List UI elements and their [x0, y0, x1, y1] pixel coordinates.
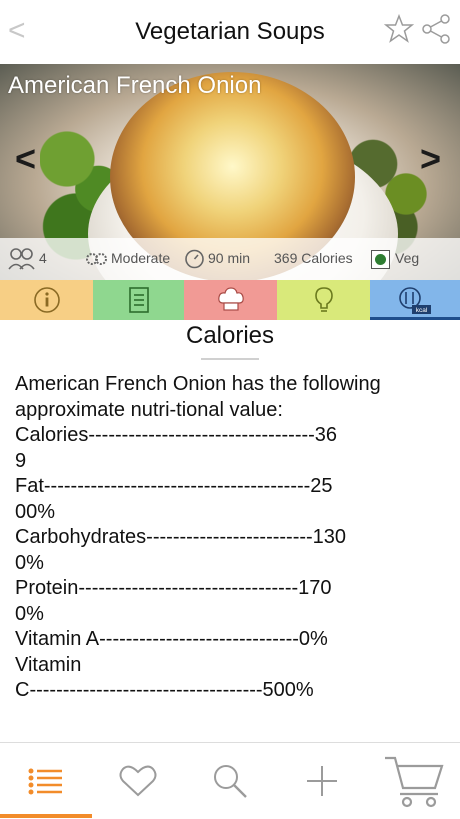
lightbulb-icon — [314, 287, 333, 312]
nutrition-line: Vitamin A------------------------------0… — [15, 628, 328, 650]
list-icon — [28, 768, 62, 795]
shopping-cart-icon — [385, 756, 444, 808]
kcal-icon: kcal — [399, 287, 431, 314]
calories-label: 369 Calories — [274, 250, 353, 266]
difficulty-icon — [86, 250, 108, 273]
nutrition-line: 0% — [15, 602, 44, 625]
top-bar: < Vegetarian Soups — [0, 0, 460, 64]
nutrition-line: C-----------------------------------500% — [15, 679, 314, 701]
difficulty-label: Moderate — [111, 250, 171, 266]
timer-icon — [184, 248, 205, 274]
nav-favorites-button[interactable] — [92, 743, 184, 819]
share-icon[interactable] — [421, 14, 451, 49]
previous-recipe-button[interactable]: < — [15, 138, 36, 180]
section-divider — [201, 358, 259, 360]
servings-icon — [8, 248, 36, 275]
servings-count: 4 — [39, 250, 47, 266]
nav-list-button[interactable] — [0, 743, 92, 819]
recipe-tabs: kcal — [0, 280, 460, 320]
nutrition-line: Fat-------------------------------------… — [15, 475, 333, 497]
plus-icon — [307, 766, 337, 796]
heart-icon — [119, 765, 157, 797]
veg-indicator-icon — [371, 250, 390, 269]
nutrition-line: approximate nutri-tional value: — [15, 398, 283, 421]
search-icon — [214, 765, 247, 798]
nutrition-line: American French Onion has the following — [15, 373, 381, 395]
bottom-nav — [0, 742, 460, 819]
active-nav-indicator — [0, 814, 92, 818]
cook-time: 90 min — [208, 250, 251, 266]
tab-calories[interactable]: kcal — [370, 280, 460, 320]
nav-add-button[interactable] — [276, 743, 368, 819]
tab-chef[interactable] — [184, 280, 277, 320]
kcal-badge: kcal — [416, 307, 428, 314]
nutrition-line: 0% — [15, 551, 44, 574]
recipe-name: American French Onion — [8, 72, 262, 99]
nutrition-line: Vitamin — [15, 653, 82, 676]
nutrition-line: 00% — [15, 500, 56, 523]
list-icon — [128, 287, 149, 313]
active-tab-indicator — [370, 317, 460, 320]
info-icon — [33, 287, 60, 313]
favorite-star-icon[interactable] — [383, 13, 415, 49]
section-title: Calories — [185, 322, 275, 349]
tab-ingredients[interactable] — [93, 280, 184, 320]
nav-cart-button[interactable] — [368, 743, 460, 819]
chef-hat-icon — [217, 287, 244, 311]
nutrition-line: Carbohydrates-------------------------13… — [15, 526, 347, 548]
diet-label: Veg — [395, 250, 420, 266]
next-recipe-button[interactable]: > — [420, 138, 441, 180]
nutrition-line: 9 — [15, 449, 27, 472]
nav-search-button[interactable] — [184, 743, 276, 819]
nutrition-line: Protein---------------------------------… — [15, 577, 332, 599]
tab-info[interactable] — [0, 280, 93, 320]
tab-tips[interactable] — [277, 280, 370, 320]
nutrition-line: Calories--------------------------------… — [15, 424, 338, 446]
nutrition-text: American French Onion has the following … — [15, 372, 445, 742]
